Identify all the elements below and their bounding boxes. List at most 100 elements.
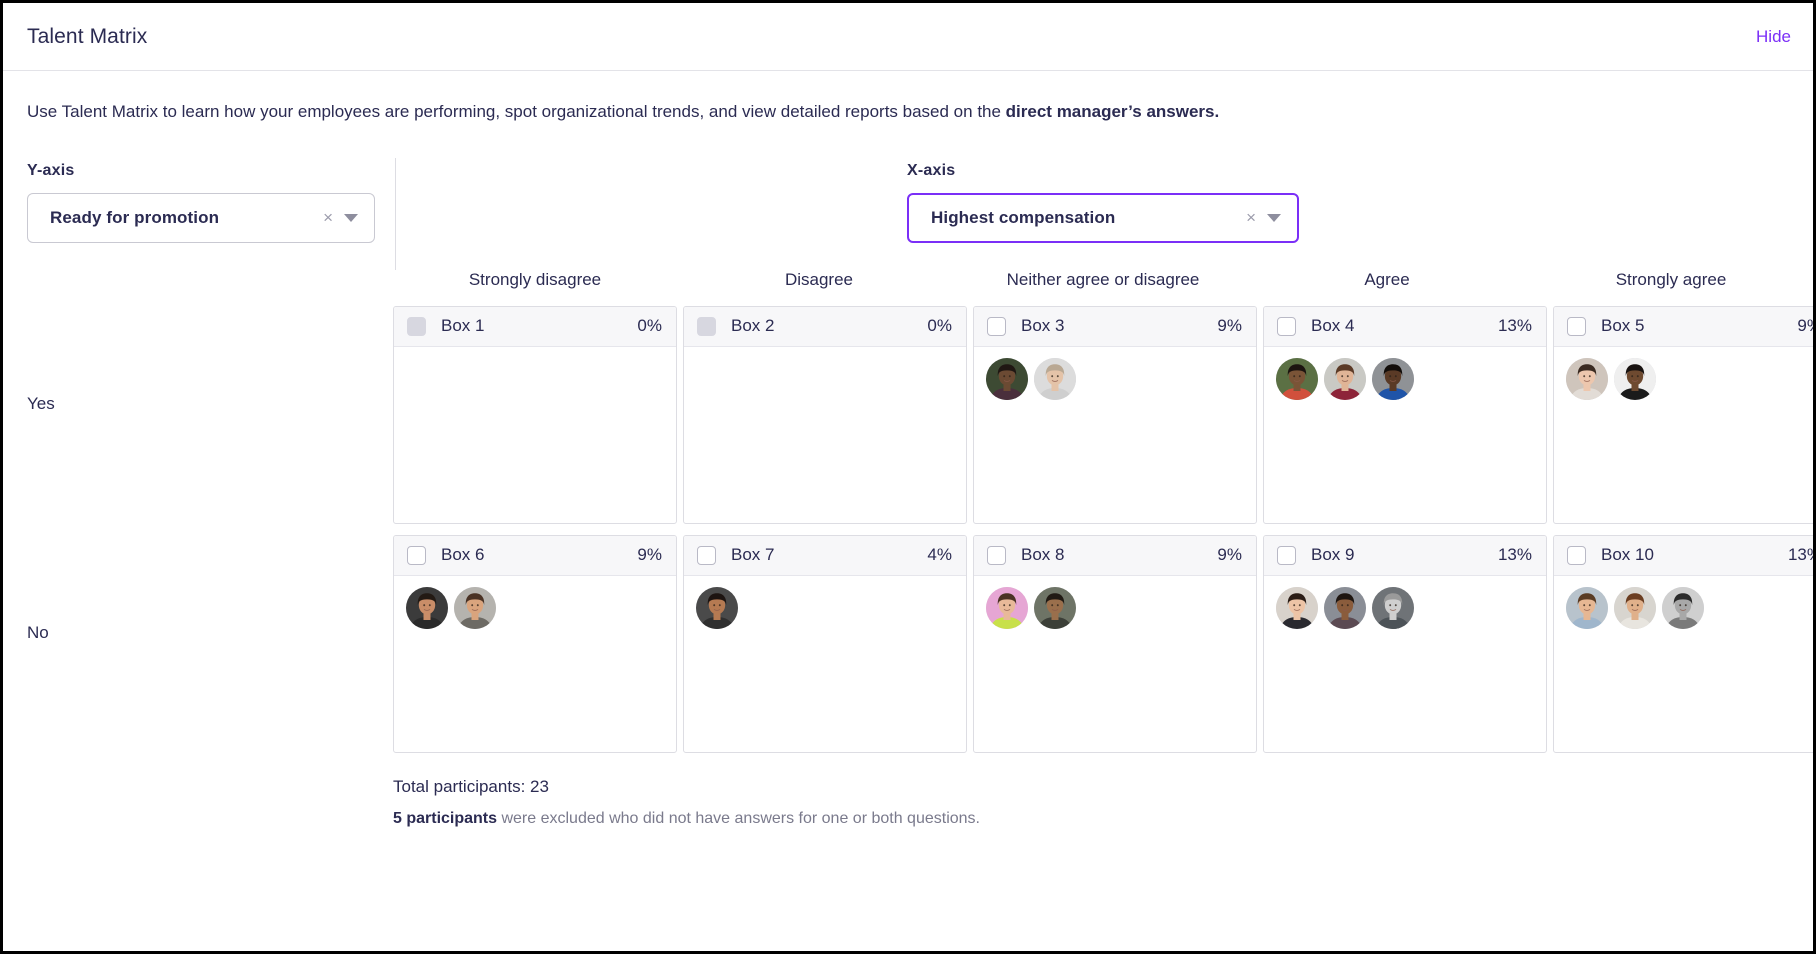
axis-selector-row: Y-axis Ready for promotion × X-axis High… <box>3 148 1813 270</box>
matrix-box-header: Box 4 13% <box>1264 306 1546 347</box>
matrix-box-header: Box 3 9% <box>974 306 1256 347</box>
y-axis-label: Y-axis <box>27 161 75 179</box>
matrix-box-cell: Box 10 13% <box>1553 534 1813 753</box>
matrix-box-cell: Box 6 9% <box>393 534 677 753</box>
total-participants-label: Total participants: 23 <box>393 776 549 796</box>
avatar[interactable] <box>1034 586 1076 629</box>
x-axis-block: X-axis Highest compensation × <box>907 162 1299 243</box>
box-label: Box 9 <box>1311 545 1355 565</box>
matrix-box-body <box>974 576 1256 752</box>
box-label: Box 6 <box>441 545 485 565</box>
box-percentage: 0% <box>637 316 662 336</box>
avatar[interactable] <box>1566 357 1608 400</box>
box-checkbox[interactable] <box>407 545 426 565</box>
box-percentage: 4% <box>927 545 952 565</box>
matrix-box-header: Box 8 9% <box>974 535 1256 576</box>
box-percentage: 9% <box>1217 316 1242 336</box>
avatar[interactable] <box>1372 357 1414 400</box>
matrix-column-header: Strongly agree <box>1615 269 1727 289</box>
matrix-box-body <box>684 576 966 752</box>
avatar[interactable] <box>986 357 1028 400</box>
matrix-row-label: Yes <box>27 393 55 413</box>
panel-description: Use Talent Matrix to learn how your empl… <box>3 71 1813 124</box>
chevron-down-icon[interactable] <box>1267 213 1281 222</box>
matrix-box-header: Box 5 9% <box>1554 306 1813 347</box>
avatar[interactable] <box>1276 357 1318 400</box>
matrix-box-body <box>1264 576 1546 752</box>
matrix-box-header: Box 1 0% <box>394 306 676 347</box>
matrix-column-header: Disagree <box>784 269 854 289</box>
hide-link[interactable]: Hide <box>1756 27 1791 47</box>
matrix-box-cell: Box 4 13% <box>1263 305 1547 524</box>
matrix-box-header: Box 7 4% <box>684 535 966 576</box>
box-label: Box 2 <box>731 316 775 336</box>
matrix-footer: Total participants: 23 5 participants we… <box>393 764 1813 828</box>
avatar[interactable] <box>1614 586 1656 629</box>
matrix-box-body <box>394 576 676 752</box>
avatar[interactable] <box>696 586 738 629</box>
matrix-box-body <box>394 347 676 523</box>
talent-matrix-panel: Talent Matrix Hide Use Talent Matrix to … <box>0 0 1816 954</box>
excluded-text: were excluded who did not have answers f… <box>497 809 980 827</box>
avatar[interactable] <box>454 586 496 629</box>
box-checkbox <box>697 316 716 336</box>
matrix-box-header: Box 9 13% <box>1264 535 1546 576</box>
box-checkbox[interactable] <box>1277 316 1296 336</box>
avatar[interactable] <box>1324 357 1366 400</box>
matrix-column-header: Neither agree or disagree <box>1006 269 1200 289</box>
box-checkbox[interactable] <box>697 545 716 565</box>
x-axis-clear-icon[interactable]: × <box>1238 209 1267 226</box>
matrix-box-body <box>1554 347 1813 523</box>
box-checkbox[interactable] <box>1567 316 1586 336</box>
box-label: Box 7 <box>731 545 775 565</box>
description-text: Use Talent Matrix to learn how your empl… <box>27 102 1006 121</box>
box-label: Box 3 <box>1021 316 1065 336</box>
matrix-rows: YesBox 10%Box 20%Box 39%Box 413%Box 59%N… <box>27 305 1813 753</box>
matrix-row: No Box 6 9% Box 7 4% Box 8 9% Box 9 13% Box 10 13% <box>27 534 1813 753</box>
matrix-row-cells: Box 6 9% Box 7 4% Box 8 9% Box 9 13% Box 10 13% <box>393 534 1813 753</box>
y-axis-select[interactable]: Ready for promotion × <box>27 192 375 243</box>
axis-divider <box>395 157 396 270</box>
box-percentage: 13% <box>1497 545 1532 565</box>
panel-header: Talent Matrix Hide <box>3 3 1813 71</box>
x-axis-select[interactable]: Highest compensation × <box>907 192 1299 243</box>
avatar[interactable] <box>1566 586 1608 629</box>
box-label: Box 4 <box>1311 316 1355 336</box>
avatar[interactable] <box>1324 586 1366 629</box>
page-title: Talent Matrix <box>27 24 148 48</box>
avatar[interactable] <box>1614 357 1656 400</box>
y-axis-clear-icon[interactable]: × <box>315 209 344 226</box>
x-axis-selected-value: Highest compensation <box>931 207 1116 227</box>
matrix-column-header: Agree <box>1364 269 1410 289</box>
avatar[interactable] <box>1276 586 1318 629</box>
box-checkbox[interactable] <box>1277 545 1296 565</box>
y-axis-selected-value: Ready for promotion <box>50 207 220 227</box>
box-percentage: 9% <box>1217 545 1242 565</box>
description-bold-tail: direct manager’s answers. <box>1005 102 1220 121</box>
avatar[interactable] <box>1662 586 1704 629</box>
avatar[interactable] <box>986 586 1028 629</box>
matrix-box-cell: Box 5 9% <box>1553 305 1813 524</box>
x-axis-label: X-axis <box>907 161 956 179</box>
chevron-down-icon[interactable] <box>344 213 358 222</box>
matrix-box-cell: Box 3 9% <box>973 305 1257 524</box>
matrix-box-cell: Box 2 0% <box>683 305 967 524</box>
avatar[interactable] <box>1372 586 1414 629</box>
box-checkbox[interactable] <box>987 545 1006 565</box>
box-checkbox[interactable] <box>987 316 1006 336</box>
box-percentage: 0% <box>927 316 952 336</box>
matrix-box-body <box>684 347 966 523</box>
matrix-column-headers: Strongly disagree Disagree Neither agree o… <box>393 270 1813 306</box>
matrix-box-header: Box 2 0% <box>684 306 966 347</box>
box-percentage: 9% <box>1797 316 1813 336</box>
box-label: Box 5 <box>1601 316 1645 336</box>
box-checkbox[interactable] <box>1567 545 1586 565</box>
matrix-box-cell: Box 9 13% <box>1263 534 1547 753</box>
avatar[interactable] <box>406 586 448 629</box>
avatar[interactable] <box>1034 357 1076 400</box>
matrix-column-header: Strongly disagree <box>468 269 602 289</box>
box-label: Box 1 <box>441 316 485 336</box>
talent-matrix-grid: Strongly disagree Disagree Neither agree o… <box>3 270 1813 828</box>
matrix-row: Yes Box 1 0% Box 2 0% Box 3 9% Box 4 13% Box 5 9% <box>27 305 1813 524</box>
matrix-box-body <box>1264 347 1546 523</box>
